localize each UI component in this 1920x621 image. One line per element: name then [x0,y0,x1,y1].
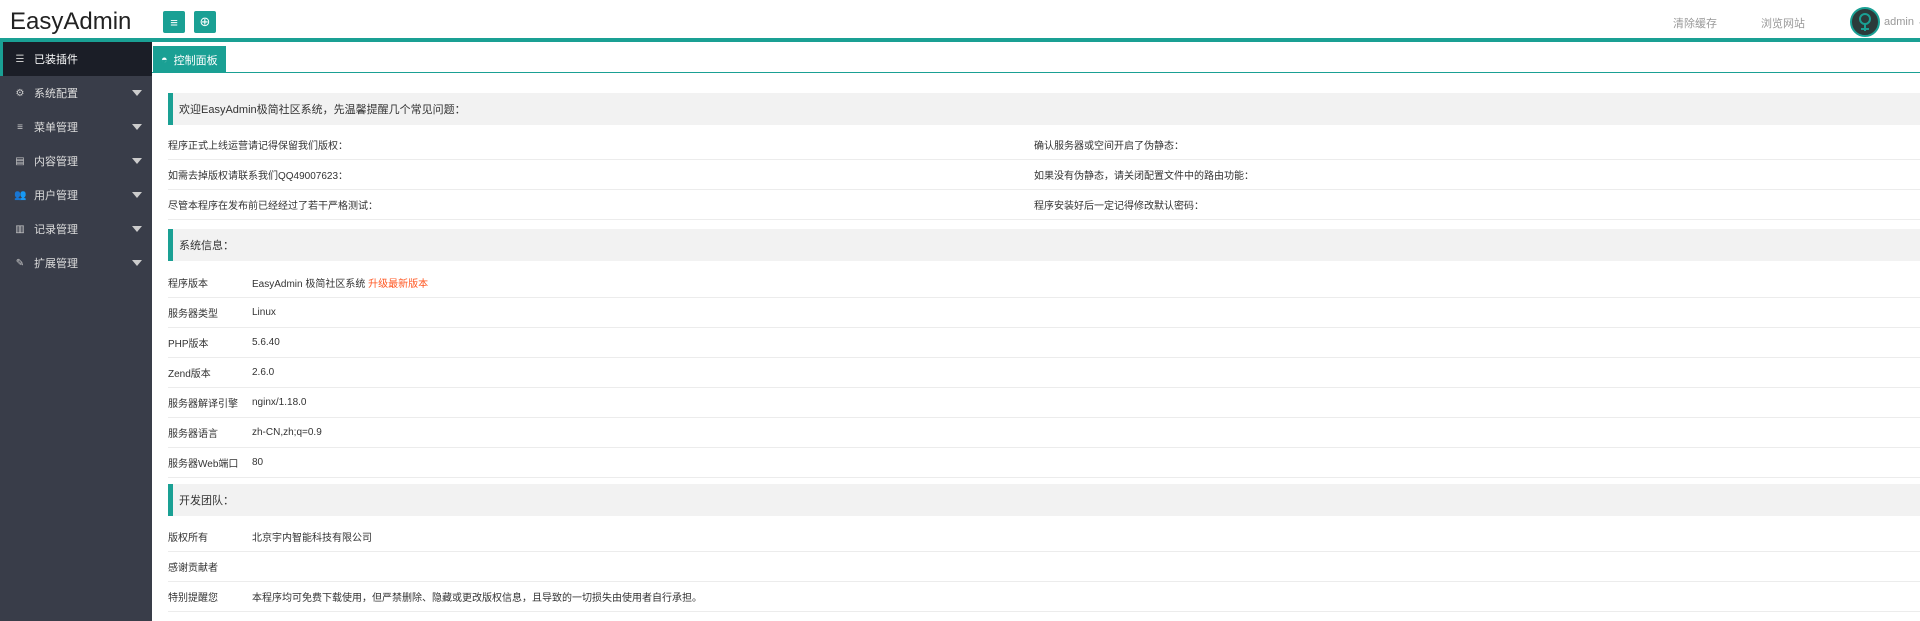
list-icon: ≡ [17,121,23,133]
sidebar-item-label: 用户管理 [34,190,78,202]
row-value: 北京宇内智能科技有限公司 [252,533,372,544]
sidebar-item-plugins[interactable]: ☰ 已装插件 [0,42,152,76]
table-row: 服务器Web端口 80 [168,448,1920,478]
app-logo[interactable]: EasyAdmin [10,8,131,36]
table-row: 版权所有 北京宇内智能科技有限公司 [168,522,1920,552]
refresh-button[interactable]: ⊕ [194,11,216,33]
sidebar-item-extension-manage[interactable]: ✎ 扩展管理 [0,246,152,280]
users-icon: 👥 [14,189,27,201]
sidebar-item-system-config[interactable]: ⚙ 系统配置 [0,76,152,110]
row-key: 感谢贡献者 [168,563,218,574]
row-value: nginx/1.18.0 [252,397,307,408]
sidebar-item-label: 内容管理 [34,156,78,168]
sidebar-item-log-manage[interactable]: ▥ 记录管理 [0,212,152,246]
table-row: 感谢贡献者 [168,552,1920,582]
row-key: 特别提醒您 [168,593,218,604]
row-value: Linux [252,307,276,318]
row-key: Zend版本 [168,369,211,380]
caret-down-icon [132,124,142,130]
menu-toggle-button[interactable]: ≡ [163,11,185,33]
username: admin [1884,16,1914,28]
tip-left: 如需去掉版权请联系我们QQ49007623： [168,171,349,182]
row-key: 服务器类型 [168,309,218,320]
tip-right: 如果没有伪静态，请关闭配置文件中的路由功能： [1034,171,1254,182]
tip-right: 程序安装好后一定记得修改默认密码： [1034,201,1204,212]
tab-bar: ◓ 控制面板 [152,46,1920,73]
sidebar-item-label: 扩展管理 [34,258,78,270]
sidebar-item-user-manage[interactable]: 👥 用户管理 [0,178,152,212]
caret-down-icon [132,192,142,198]
sidebar-item-content-manage[interactable]: ▤ 内容管理 [0,144,152,178]
caret-down-icon [132,226,142,232]
sysinfo-section-title: 系统信息： [168,229,1920,261]
wrench-icon: ✎ [15,257,25,269]
row-key: 版权所有 [168,533,208,544]
welcome-section-title: 欢迎EasyAdmin极简社区系统，先温馨提醒几个常见问题： [168,93,1920,125]
row-key: 程序版本 [168,279,208,290]
menu-icon: ≡ [170,14,178,30]
sidebar-item-menu-manage[interactable]: ≡ 菜单管理 [0,110,152,144]
dashboard-icon: ◓ [161,53,168,66]
table-row: 程序正式上线运营请记得保留我们版权： 确认服务器或空间开启了伪静态： [168,130,1920,160]
tab-dashboard[interactable]: ◓ 控制面板 [153,46,226,73]
tip-left: 程序正式上线运营请记得保留我们版权： [168,141,348,152]
table-row: 如需去掉版权请联系我们QQ49007623： 如果没有伪静态，请关闭配置文件中的… [168,160,1920,190]
avatar-logo-icon [1859,13,1871,31]
gears-icon: ⚙ [15,87,25,99]
row-value: 2.6.0 [252,367,275,378]
sidebar-item-label: 系统配置 [34,88,78,100]
barcode-icon: ▥ [15,223,25,235]
row-value: zh-CN,zh;q=0.9 [252,427,322,438]
table-row: 服务器语言 zh-CN,zh;q=0.9 [168,418,1920,448]
table-row: 服务器类型 Linux [168,298,1920,328]
row-value: 5.6.40 [252,337,280,348]
table-row: 尽管本程序在发布前已经经过了若干严格测试： 程序安装好后一定记得修改默认密码： [168,190,1920,220]
tip-right: 确认服务器或空间开启了伪静态： [1034,141,1184,152]
caret-down-icon [132,260,142,266]
refresh-icon: ⊕ [199,14,211,29]
user-menu[interactable]: admin ⌄ [1884,15,1920,28]
main-content: 欢迎EasyAdmin极简社区系统，先温馨提醒几个常见问题： 程序正式上线运营请… [153,73,1920,621]
sidebar-item-label: 菜单管理 [34,122,78,134]
row-key: 服务器解译引擎 [168,399,238,410]
avatar[interactable] [1850,7,1880,37]
team-section-title: 开发团队： [168,484,1920,516]
caret-down-icon [132,90,142,96]
table-row: Zend版本 2.6.0 [168,358,1920,388]
row-key: PHP版本 [168,339,209,350]
program-version-value: EasyAdmin 极简社区系统 [252,279,366,290]
sidebar: ☰ 已装插件 ⚙ 系统配置 ≡ 菜单管理 ▤ 内容管理 👥 用户管理 ▥ 记录管… [0,42,152,621]
row-value: 本程序均可免费下载使用，但严禁删除、隐藏或更改版权信息，且导致的一切损失由使用者… [252,593,702,604]
table-row: 程序版本 EasyAdmin 极简社区系统 升级最新版本 [168,268,1920,298]
clear-cache-link[interactable]: 清除缓存 [1673,15,1717,31]
row-key: 服务器语言 [168,429,218,440]
upgrade-link[interactable]: 升级最新版本 [368,279,428,290]
table-row: PHP版本 5.6.40 [168,328,1920,358]
top-header: EasyAdmin ≡ ⊕ 清除缓存 浏览网站 admin ⌄ [0,0,1920,42]
table-row: 服务器解译引擎 nginx/1.18.0 [168,388,1920,418]
sidebar-item-label: 已装插件 [34,54,78,66]
sliders-icon: ☰ [15,53,25,65]
caret-down-icon [132,158,142,164]
file-icon: ▤ [15,155,25,167]
row-value: 80 [252,457,264,468]
row-value: EasyAdmin 极简社区系统 升级最新版本 [252,275,1920,290]
browse-site-link[interactable]: 浏览网站 [1761,15,1805,31]
tip-left: 尽管本程序在发布前已经经过了若干严格测试： [168,201,378,212]
table-row: 特别提醒您 本程序均可免费下载使用，但严禁删除、隐藏或更改版权信息，且导致的一切… [168,582,1920,612]
tab-label: 控制面板 [173,54,218,67]
sidebar-item-label: 记录管理 [34,224,78,236]
row-key: 服务器Web端口 [168,459,239,470]
